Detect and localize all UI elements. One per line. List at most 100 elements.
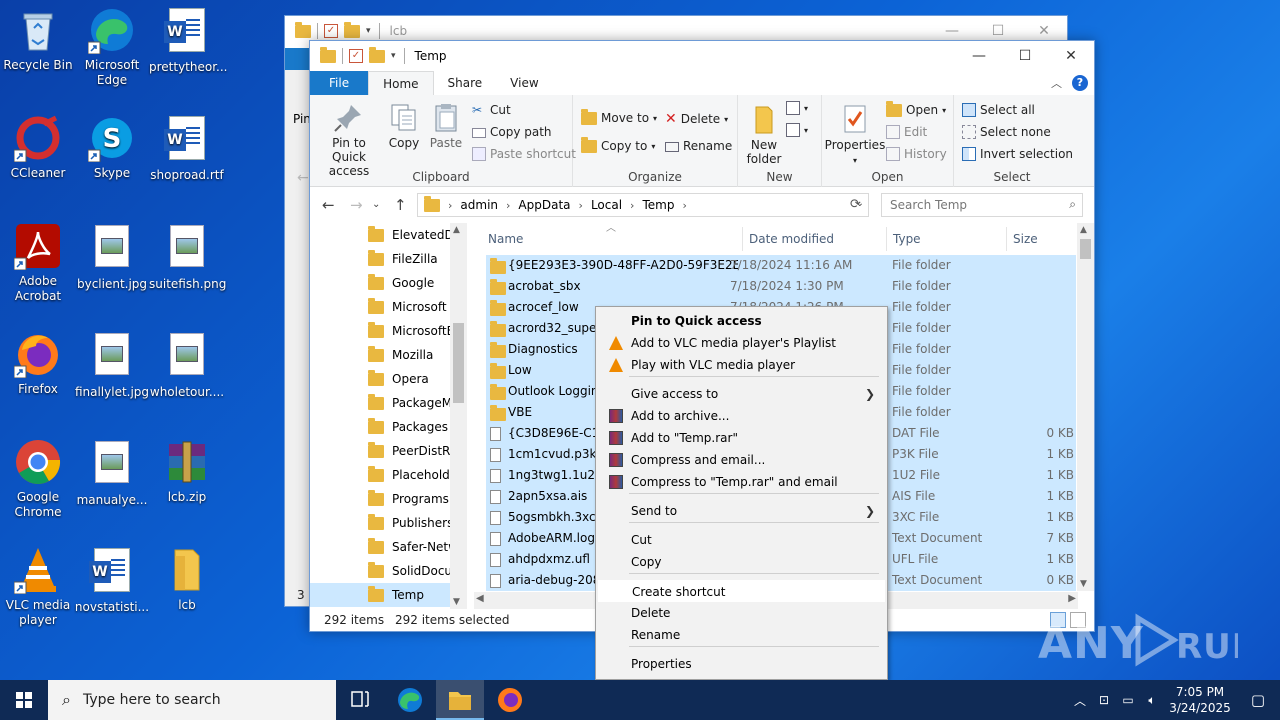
menu-item[interactable]: Compress to "Temp.rar" and email [598,471,885,493]
new-folder-icon[interactable] [344,21,360,38]
menu-item[interactable]: Copy [598,551,885,573]
copy-button[interactable]: Copy [384,101,424,150]
history-button[interactable]: History [886,147,947,161]
chevron-down-icon[interactable]: ▾ [391,51,396,61]
breadcrumb-item[interactable]: AppData [518,198,570,212]
paste-button[interactable]: Paste [426,101,466,150]
desktop-icon-google-chrome[interactable]: Google Chrome [0,438,76,520]
file-row[interactable]: {9EE293E3-390D-48FF-A2D0-59F3E2EC88...7/… [486,255,1076,276]
nav-item[interactable]: Programs [368,487,452,511]
column-header-type[interactable]: Type [893,227,921,251]
desktop-icon-manualye[interactable]: manualye... [74,438,150,508]
nav-item[interactable]: Safer-Netwo [368,535,452,559]
breadcrumb-item[interactable]: Temp [642,198,674,212]
column-separator[interactable] [1006,227,1007,251]
start-button[interactable] [0,680,48,720]
up-arrow-icon[interactable]: ↑ [394,196,407,214]
nav-item[interactable]: ElevatedDia [368,223,452,247]
column-separator[interactable] [742,227,743,251]
menu-item[interactable]: Add to archive... [598,405,885,427]
nav-item[interactable]: FileZilla [368,247,452,271]
menu-item[interactable]: Add to VLC media player's Playlist [598,332,885,354]
tab-view[interactable]: View [496,71,552,95]
move-to-button[interactable]: Move to ▾ [581,108,657,125]
desktop-icon-skype[interactable]: S Skype [74,114,150,181]
edit-button[interactable]: Edit [886,125,927,139]
nav-item[interactable]: Microsoft [368,295,452,319]
paste-shortcut-button[interactable]: Paste shortcut [472,147,576,161]
column-header-date[interactable]: Date modified [749,227,834,251]
close-button[interactable]: ✕ [1048,41,1094,71]
scroll-left-icon[interactable]: ◀ [476,593,484,604]
column-separator[interactable] [886,227,887,251]
back-arrow-icon[interactable]: ← [297,170,309,186]
desktop-icon-firefox[interactable]: Firefox [0,330,76,397]
tab-file[interactable]: File [310,71,369,95]
rename-button[interactable]: Rename [665,139,732,153]
cut-button[interactable]: ✂ Cut [472,103,511,117]
notifications-icon[interactable]: ▢ [1236,691,1280,709]
properties-button[interactable]: Properties ▾ [824,103,886,168]
menu-item[interactable]: Delete [598,602,885,624]
new-folder-button[interactable]: New folder [742,103,786,166]
network-device-icon[interactable]: ⊡ [1092,693,1116,707]
desktop-icon-wholetour[interactable]: wholetour.... [149,330,225,400]
new-folder-icon[interactable] [369,46,385,63]
minimize-button[interactable]: — [956,41,1002,71]
refresh-icon[interactable]: ⟳ [850,197,861,212]
chevron-right-icon[interactable]: › [448,199,452,212]
desktop-icon-recycle-bin[interactable]: Recycle Bin [0,6,76,73]
desktop-icon-lcb-folder[interactable]: lcb [149,546,225,613]
nav-item[interactable]: Mozilla [368,343,452,367]
clock[interactable]: 7:05 PM 3/24/2025 [1164,684,1236,716]
menu-item[interactable]: Add to "Temp.rar" [598,427,885,449]
properties-icon[interactable]: ✓ [324,24,338,38]
nav-scrollbar[interactable]: ▲ ▼ [450,223,467,609]
nav-item[interactable]: PackageMa [368,391,452,415]
desktop-icon-byclient[interactable]: byclient.jpg [74,222,150,292]
menu-item[interactable]: Rename [598,624,885,646]
file-row[interactable]: acrobat_sbx 7/18/2024 1:30 PM File folder [486,276,1076,297]
desktop-icon-ccleaner[interactable]: CCleaner [0,114,76,181]
menu-item[interactable]: Pin to Quick access [598,310,885,332]
copy-to-button[interactable]: Copy to ▾ [581,136,655,153]
help-icon[interactable]: ? [1072,75,1088,91]
chevron-right-icon[interactable]: › [682,199,686,212]
scroll-down-icon[interactable]: ▼ [1080,579,1087,589]
menu-item[interactable]: Create shortcut [598,580,885,602]
select-all-button[interactable]: Select all [962,103,1035,117]
invert-selection-button[interactable]: Invert selection [962,147,1073,161]
properties-icon[interactable]: ✓ [349,49,363,63]
copy-path-button[interactable]: Copy path [472,125,552,139]
address-bar[interactable]: › admin › AppData › Local › Temp › ⌄ [417,193,869,217]
breadcrumb-item[interactable]: Local [591,198,622,212]
menu-item[interactable]: Compress and email... [598,449,885,471]
nav-item[interactable]: Packages [368,415,452,439]
column-header-name[interactable]: Name [488,227,523,251]
desktop-icon-edge[interactable]: Microsoft Edge [74,6,150,88]
desktop-icon-adobe-acrobat[interactable]: Adobe Acrobat [0,222,76,304]
volume-icon[interactable]: 🔈︎ [1140,693,1164,708]
easy-access-button[interactable]: ▾ [786,123,808,137]
scroll-down-icon[interactable]: ▼ [453,597,460,607]
scroll-up-icon[interactable]: ▲ [1080,225,1087,235]
nav-item[interactable]: Placeholder [368,463,452,487]
tab-home[interactable]: Home [368,71,434,95]
menu-item[interactable]: Send to ❯ [598,500,885,522]
scroll-thumb[interactable] [453,323,464,403]
nav-item[interactable]: Google [368,271,452,295]
back-arrow-icon[interactable]: ← [322,196,335,214]
maximize-button[interactable]: ☐ [1002,41,1048,71]
nav-item[interactable]: SolidDocum [368,559,452,583]
breadcrumb-item[interactable]: admin [460,198,498,212]
search-input[interactable]: Search Temp ⌕ [881,193,1083,217]
desktop-icon-novstatisti[interactable]: W novstatisti... [74,546,150,615]
nav-item[interactable]: Temp [310,583,450,607]
menu-item[interactable]: Cut [598,529,885,551]
menu-item[interactable]: Properties [598,653,885,675]
menu-item[interactable]: Play with VLC media player [598,354,885,376]
column-header-size[interactable]: Size [1013,227,1038,251]
chevron-up-icon[interactable]: ︿ [1068,692,1092,709]
list-scrollbar[interactable]: ▲ ▼ [1077,223,1094,591]
nav-item[interactable]: Opera [368,367,452,391]
